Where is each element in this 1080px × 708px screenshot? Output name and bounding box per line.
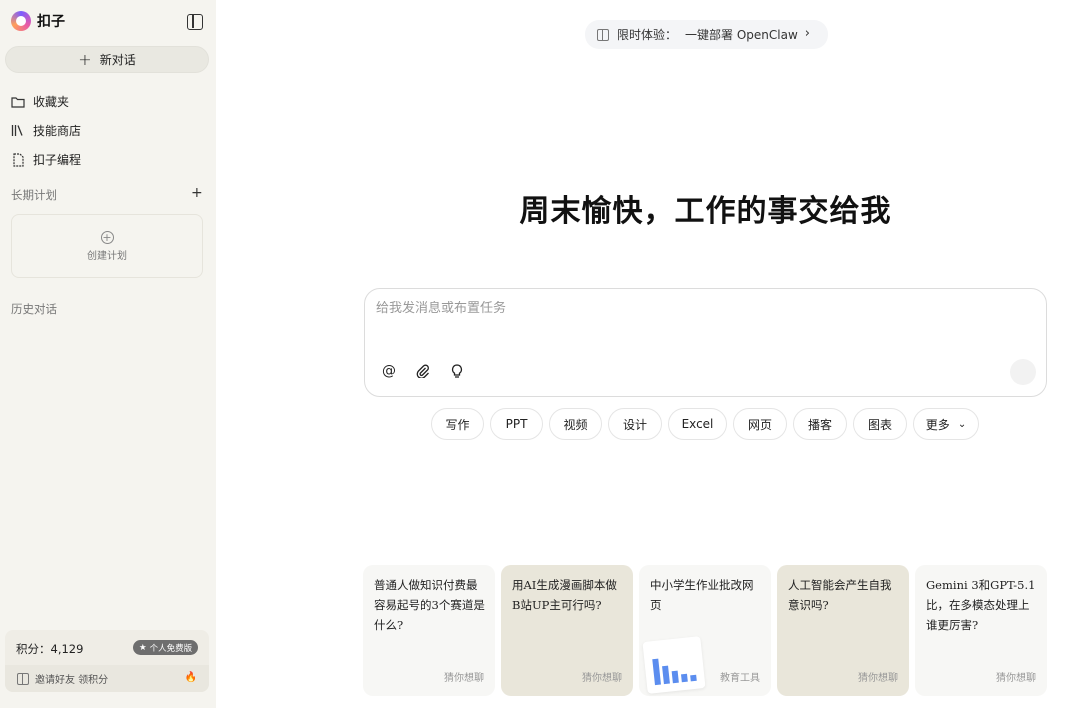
- promo-label: 限时体验：: [617, 28, 678, 42]
- card-tag: 猜你想聊: [582, 673, 622, 684]
- suggestion-card[interactable]: 普通人做知识付费最容易起号的3个赛道是什么? 猜你想聊: [363, 565, 495, 696]
- promo-banner[interactable]: 限时体验： 一键部署 OpenClaw ›: [585, 20, 828, 49]
- chip-design[interactable]: 设计: [608, 408, 662, 440]
- history-heading: 历史对话: [11, 302, 57, 316]
- books-icon: [11, 124, 25, 138]
- sidebar-item-label: 扣子编程: [33, 153, 82, 167]
- webpage-preview-image: [642, 636, 706, 694]
- chevron-down-icon: ⌄: [957, 418, 967, 430]
- code-file-icon: [11, 152, 25, 167]
- logo-icon: [11, 11, 31, 31]
- card-text: 中小学生作业批改网页: [650, 578, 754, 612]
- long-term-plan-heading: 长期计划: [11, 188, 57, 202]
- chip-webpage[interactable]: 网页: [733, 408, 787, 440]
- create-plan-label: 创建计划: [87, 250, 127, 262]
- chip-video[interactable]: 视频: [549, 408, 602, 440]
- chip-podcast[interactable]: 播客: [793, 408, 847, 440]
- invite-friends-button[interactable]: 邀请好友 领积分 🔥: [5, 665, 209, 692]
- invite-label: 邀请好友 领积分: [35, 675, 109, 686]
- create-plan-card[interactable]: + 创建计划: [11, 214, 203, 278]
- sidebar-item-favorites[interactable]: 收藏夹: [11, 93, 69, 110]
- brand[interactable]: 扣子: [11, 11, 65, 31]
- new-chat-label: 新对话: [99, 53, 136, 67]
- add-plan-icon[interactable]: +: [191, 185, 203, 201]
- sidebar: 扣子 + 新对话 收藏夹 技能商店 扣子编程 长期计划 + + 创建计划 历史对…: [0, 0, 216, 708]
- lightbulb-icon[interactable]: [448, 362, 466, 380]
- card-tag: 猜你想聊: [858, 673, 898, 684]
- promo-text: 一键部署 OpenClaw: [685, 28, 798, 42]
- suggestion-card[interactable]: 用AI生成漫画脚本做B站UP主可行吗? 猜你想聊: [501, 565, 633, 696]
- message-input[interactable]: [376, 301, 1016, 316]
- plus-circle-icon: +: [100, 230, 114, 244]
- gift-icon: [597, 28, 609, 41]
- points-card: 积分：4,129 ★ 个人免费版 邀请好友 领积分 🔥: [5, 630, 209, 692]
- new-chat-button[interactable]: + 新对话: [5, 46, 209, 73]
- sidebar-item-label: 收藏夹: [33, 95, 70, 109]
- card-tag: 猜你想聊: [444, 673, 484, 684]
- fire-icon: 🔥: [184, 672, 197, 683]
- chip-more[interactable]: 更多 ⌄: [913, 408, 979, 440]
- points-label: 积分：: [16, 642, 51, 656]
- card-text: 用AI生成漫画脚本做B站UP主可行吗?: [512, 578, 617, 612]
- chip-chart[interactable]: 图表: [853, 408, 907, 440]
- sidebar-item-coze-coding[interactable]: 扣子编程: [11, 151, 81, 168]
- card-text: Gemini 3和GPT-5.1比，在多模态处理上谁更厉害?: [926, 578, 1036, 632]
- hero-title: 周末愉快，工作的事交给我: [519, 194, 892, 229]
- points-display: 积分：4,129: [16, 641, 83, 657]
- points-value: 4,129: [50, 642, 84, 656]
- chip-ppt[interactable]: PPT: [490, 408, 543, 440]
- gift-icon: [17, 672, 29, 685]
- sidebar-toggle-icon[interactable]: [187, 14, 203, 30]
- brand-name: 扣子: [37, 14, 65, 30]
- card-text: 人工智能会产生自我意识吗?: [788, 578, 892, 612]
- at-icon[interactable]: @: [380, 362, 398, 380]
- chip-more-label: 更多: [925, 417, 950, 432]
- plan-badge[interactable]: ★ 个人免费版: [133, 640, 199, 655]
- suggestion-card[interactable]: 中小学生作业批改网页 教育工具: [639, 565, 771, 696]
- message-composer[interactable]: @: [364, 288, 1047, 397]
- folder-icon: [11, 95, 25, 109]
- send-button[interactable]: [1010, 359, 1036, 385]
- suggestion-card[interactable]: 人工智能会产生自我意识吗? 猜你想聊: [777, 565, 909, 696]
- paperclip-icon[interactable]: [414, 362, 432, 380]
- card-tag: 教育工具: [720, 673, 760, 684]
- plus-icon: +: [78, 49, 92, 69]
- plan-badge-label: 个人免费版: [149, 643, 193, 654]
- sidebar-item-label: 技能商店: [33, 124, 82, 138]
- chip-excel[interactable]: Excel: [668, 408, 727, 440]
- card-text: 普通人做知识付费最容易起号的3个赛道是什么?: [374, 578, 485, 632]
- star-icon: ★: [139, 642, 147, 653]
- suggestion-card[interactable]: Gemini 3和GPT-5.1比，在多模态处理上谁更厉害? 猜你想聊: [915, 565, 1047, 696]
- sidebar-item-skill-store[interactable]: 技能商店: [11, 122, 81, 139]
- chip-writing[interactable]: 写作: [431, 408, 484, 440]
- card-tag: 猜你想聊: [996, 673, 1036, 684]
- chevron-right-icon: ›: [804, 26, 810, 41]
